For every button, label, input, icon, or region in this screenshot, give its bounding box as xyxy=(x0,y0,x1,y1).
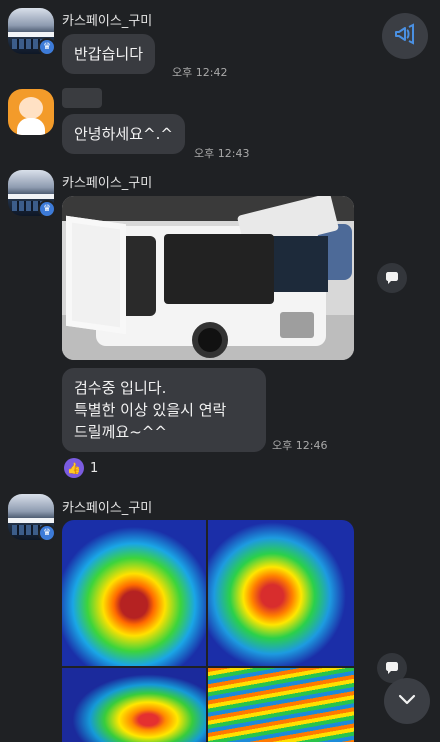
thermal-image[interactable] xyxy=(62,668,206,742)
scroll-to-bottom-button[interactable] xyxy=(384,678,430,724)
sender-name: 카스페이스_구미 xyxy=(62,176,153,191)
message-bubble[interactable]: 반갑습니다 xyxy=(62,34,156,74)
car-photo[interactable] xyxy=(62,196,354,360)
thermal-image[interactable] xyxy=(208,668,354,742)
thermal-image[interactable] xyxy=(208,520,354,666)
notice-button[interactable] xyxy=(382,13,428,59)
message-time: 오후 12:46 xyxy=(272,439,328,452)
chevron-down-icon xyxy=(397,689,417,713)
reaction-count: 1 xyxy=(90,460,99,476)
message-bubble[interactable]: 안녕하세요^.^ xyxy=(62,114,185,154)
crown-icon: ♛ xyxy=(38,524,56,542)
thermal-image[interactable] xyxy=(62,520,206,666)
message-bubble[interactable]: 검수중 입니다. 특별한 이상 있을시 연락 드릴께요~^^ xyxy=(62,368,266,452)
megaphone-icon xyxy=(393,22,417,50)
reaction-badge[interactable]: 👍 1 xyxy=(64,458,98,478)
crown-icon: ♛ xyxy=(38,38,56,56)
user-avatar[interactable] xyxy=(8,89,54,135)
share-bubble-icon[interactable] xyxy=(377,263,407,293)
message-time: 오후 12:42 xyxy=(172,66,228,79)
sender-name: 카스페이스_구미 xyxy=(62,501,153,516)
blurred-sender-name xyxy=(62,88,102,108)
message-time: 오후 12:43 xyxy=(194,147,250,160)
sender-name: 카스페이스_구미 xyxy=(62,14,153,29)
crown-icon: ♛ xyxy=(38,200,56,218)
thumbs-up-icon: 👍 xyxy=(64,458,84,478)
